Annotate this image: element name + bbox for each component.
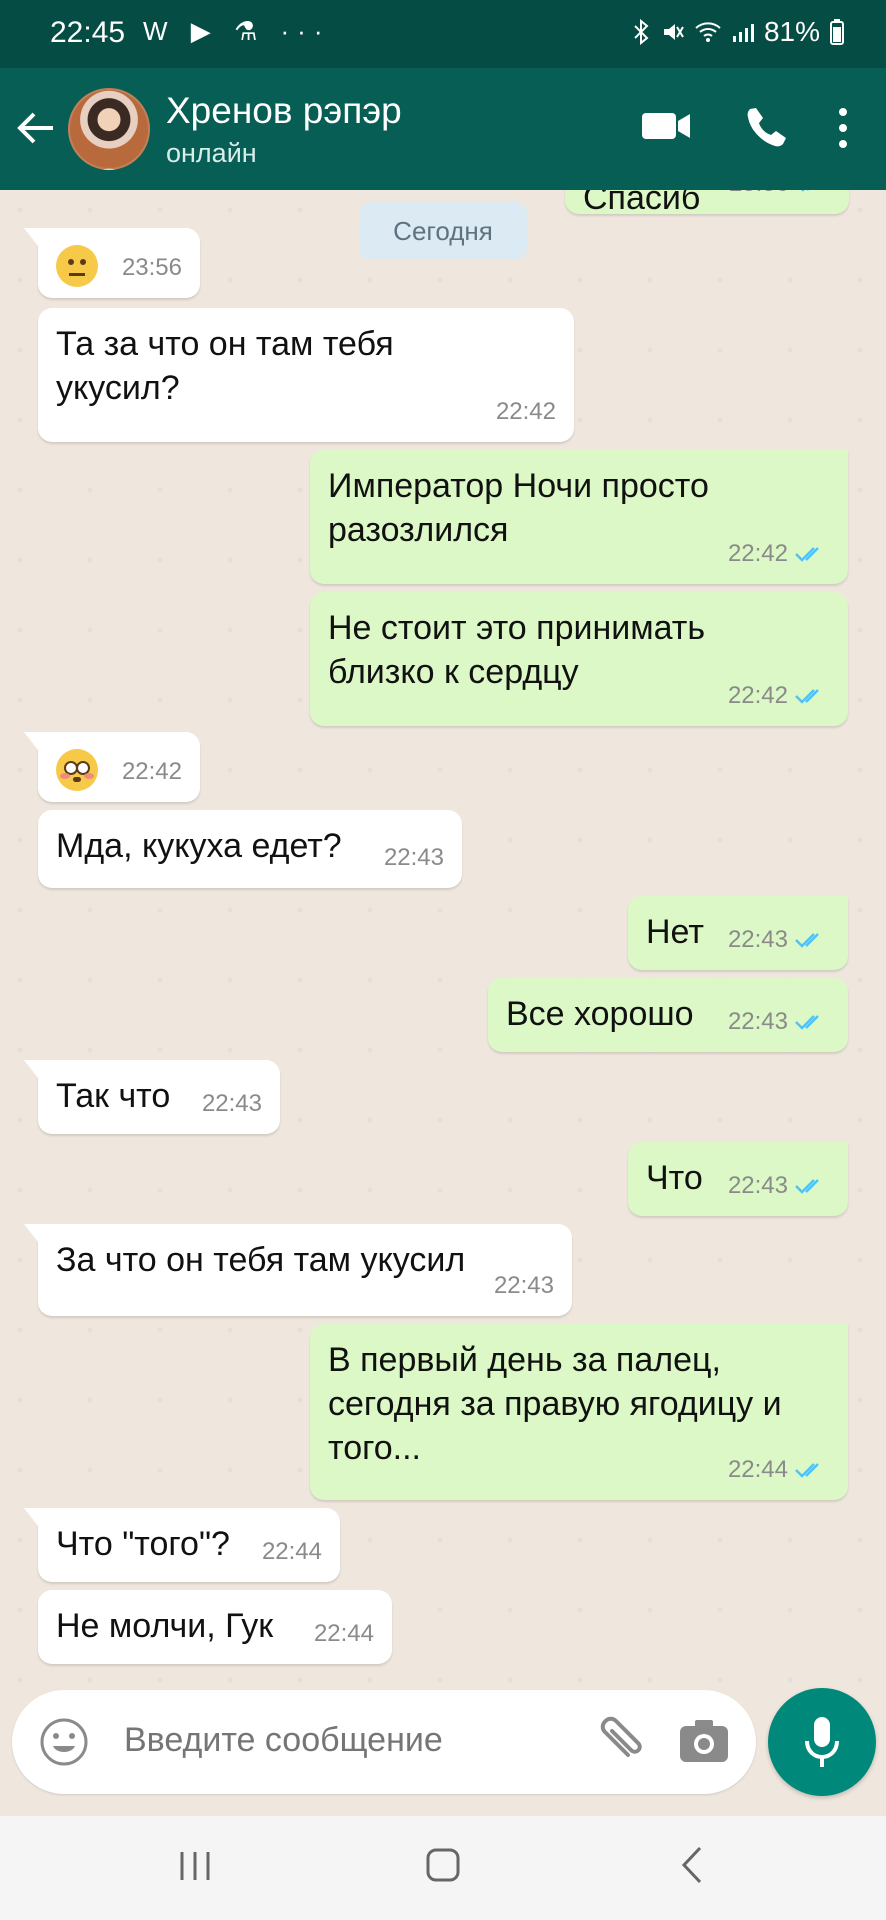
camera-icon[interactable] [678,1718,730,1766]
message-time: 23:56 [729,190,789,206]
message-text: Что [646,1159,703,1197]
message-meta: 22:43 [728,1000,830,1044]
double-check-icon [795,547,819,562]
message-time: 22:42 [727,540,788,567]
battery-icon [830,19,844,45]
message-text: Не стоит это принимать близко к сердцу [328,609,706,691]
message-outgoing[interactable]: В первый день за палец, сегодня за праву… [310,1324,848,1500]
message-incoming[interactable]: 23:56 [24,228,200,298]
message-text: Так что [56,1077,171,1115]
chat-header: Хренов рэпэр онлайн [0,68,886,190]
message-text: Спасиб [583,190,701,217]
message-meta: 22:42 [496,390,556,434]
recent-apps-icon[interactable] [178,1848,212,1884]
message-time: 22:43 [727,1172,788,1199]
double-check-icon [795,933,819,948]
message-meta: 23:56 [729,190,831,206]
message-outgoing[interactable]: Все хорошо 22:43 [488,978,848,1052]
contact-name[interactable]: Хренов рэпэр [166,90,402,132]
video-camera-icon[interactable] [640,106,692,146]
message-text: Не молчи, Гук [56,1607,274,1645]
microphone-icon [805,1717,839,1767]
message-meta: 22:44 [314,1612,374,1656]
message-incoming[interactable]: За что он тебя там укусил 22:43 [24,1224,572,1316]
message-meta: 22:43 [384,836,444,880]
message-incoming[interactable]: Так что 22:43 [24,1060,280,1134]
status-bar: 22:45 W ▶ ⚗ ··· 81% [0,0,886,68]
message-meta: 22:44 [262,1530,322,1574]
signal-icon [732,24,754,42]
message-text: Та за что он там тебя укусил? [56,325,394,407]
double-check-icon [795,1463,819,1478]
day-separator: Сегодня [359,202,527,260]
status-right: 81% [632,16,844,48]
message-meta: 22:43 [494,1264,554,1308]
message-incoming[interactable]: Та за что он там тебя укусил? 22:42 [38,308,574,442]
status-time: 22:45 [50,16,126,49]
more-vert-icon[interactable] [829,104,857,152]
home-icon[interactable] [424,1846,462,1884]
message-text: Все хорошо [506,995,694,1033]
double-check-icon [801,190,809,192]
message-time: 22:42 [727,682,788,709]
message-time: 22:43 [201,1090,262,1117]
message-outgoing[interactable]: Не стоит это принимать близко к сердцу 2… [310,592,848,726]
message-meta: 22:43 [202,1082,262,1126]
message-text: Император Ночи просто разозлился [328,467,709,549]
mute-icon [663,24,684,40]
message-incoming[interactable]: Мда, кукуха едет? 22:43 [38,810,462,888]
message-meta: 22:44 [728,1448,830,1492]
back-icon[interactable] [676,1844,708,1886]
message-time: 22:43 [727,926,788,953]
message-meta: 22:43 [728,1164,830,1208]
avatar[interactable] [68,88,150,170]
battery-percent: 81% [763,16,820,47]
message-text: Мда, кукуха едет? [56,827,342,865]
message-text: За что он тебя там укусил [56,1241,466,1279]
message-meta: 23:56 [122,246,182,290]
paperclip-icon[interactable] [594,1713,646,1771]
emoji-icon[interactable] [38,1716,90,1768]
message-outgoing[interactable]: Нет 22:43 [628,896,848,970]
chat-area[interactable]: Спасиб 23:56 Сегодня 23:56 Та за что он … [0,190,886,1685]
message-time: 22:44 [261,1538,322,1565]
message-incoming[interactable]: Не молчи, Гук 22:44 [38,1590,392,1664]
message-meta: 22:42 [122,750,182,794]
message-input[interactable] [122,1720,576,1761]
message-outgoing[interactable]: Император Ночи просто разозлился 22:42 [310,450,848,584]
message-meta: 22:42 [728,532,830,576]
message-meta: 22:43 [728,918,830,962]
message-meta: 22:42 [728,674,830,718]
message-composer [12,1690,756,1794]
double-check-icon [795,1179,819,1194]
voice-message-button[interactable] [768,1688,876,1796]
system-nav-bar [0,1816,886,1920]
contact-status: онлайн [166,138,257,168]
message-partial[interactable]: Спасиб 23:56 [565,190,849,217]
double-check-icon [795,1015,819,1030]
neutral-face-icon [56,245,98,288]
arrow-left-icon[interactable] [14,106,58,150]
message-time: 22:42 [495,398,556,425]
message-time: 23:56 [121,254,182,281]
message-time: 22:43 [727,1008,788,1035]
phone-icon[interactable] [742,102,790,150]
message-text: Нет [646,913,704,951]
wifi-icon [695,22,721,42]
message-outgoing[interactable]: Что 22:43 [628,1142,848,1216]
message-incoming[interactable]: 22:42 [24,732,200,802]
message-time: 22:43 [383,844,444,871]
message-time: 22:44 [313,1620,374,1647]
message-time: 22:43 [493,1272,554,1299]
message-time: 22:42 [121,758,182,785]
flushed-face-icon [56,749,98,792]
bluetooth-icon [634,19,649,45]
message-time: 22:44 [727,1456,788,1483]
status-app-icons: W ▶ ⚗ ··· [143,16,331,46]
message-text: Что "того"? [56,1525,230,1563]
message-incoming[interactable]: Что "того"? 22:44 [24,1508,340,1582]
double-check-icon [795,689,819,704]
